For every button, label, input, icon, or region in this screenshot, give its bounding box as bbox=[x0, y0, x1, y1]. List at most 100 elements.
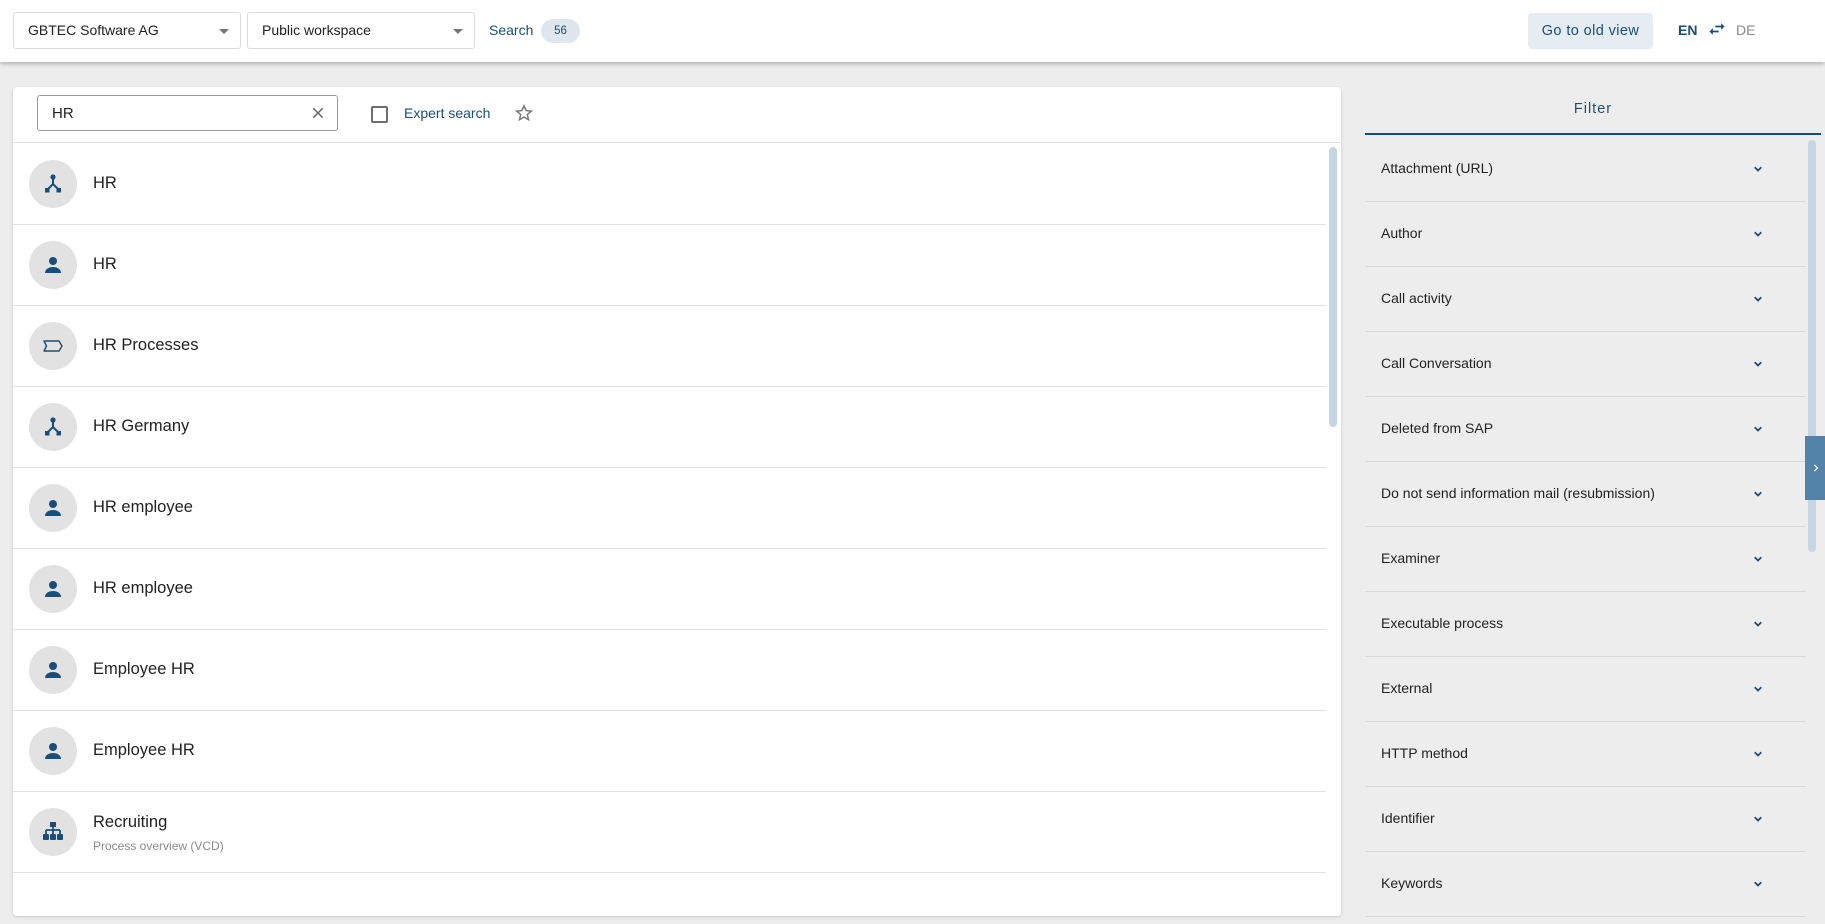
filter-item-label: Executable process bbox=[1381, 615, 1504, 631]
workspace-select[interactable]: Public workspace bbox=[247, 12, 475, 49]
org-unit-icon bbox=[45, 174, 61, 193]
search-bar: Expert search bbox=[13, 87, 1341, 143]
result-title: Recruiting bbox=[93, 813, 168, 831]
chevron-right-icon bbox=[1814, 464, 1819, 472]
workspace-select-value: Public workspace bbox=[262, 22, 371, 38]
filter-item-label: Do not send information mail (resubmissi… bbox=[1381, 485, 1655, 501]
result-title: Employee HR bbox=[93, 660, 195, 678]
results-panel: Expert search HR HR HR Processes HR Germany… bbox=[13, 87, 1341, 916]
filter-item[interactable]: External bbox=[1365, 657, 1805, 722]
result-row[interactable]: Employee HR bbox=[13, 630, 1326, 711]
result-row[interactable]: Employee HR bbox=[13, 711, 1326, 792]
result-row[interactable]: HR bbox=[13, 225, 1326, 306]
organization-select[interactable]: GBTEC Software AG bbox=[13, 12, 241, 49]
filter-item[interactable]: Author bbox=[1365, 202, 1805, 267]
chevron-down-icon[interactable] bbox=[1751, 682, 1765, 696]
chevron-down-icon[interactable] bbox=[1751, 487, 1765, 501]
results-scrollbar[interactable] bbox=[1329, 147, 1337, 427]
result-title: HR bbox=[93, 255, 117, 273]
result-row[interactable]: HR Germany bbox=[13, 387, 1326, 468]
filter-item[interactable]: Call Conversation bbox=[1365, 332, 1805, 397]
filter-item-label: Deleted from SAP bbox=[1381, 420, 1494, 436]
language-en[interactable]: EN bbox=[1678, 22, 1697, 38]
result-avatar bbox=[29, 160, 77, 208]
filter-item-label: Keywords bbox=[1381, 875, 1443, 891]
result-row[interactable]: HR bbox=[13, 144, 1326, 225]
filter-item-label: External bbox=[1381, 680, 1433, 696]
org-unit-icon bbox=[45, 417, 61, 436]
filter-panel: Filter Attachment (URL) Author Call activi… bbox=[1365, 87, 1825, 924]
result-avatar bbox=[29, 808, 77, 856]
chevron-down-icon[interactable] bbox=[1751, 292, 1765, 306]
person-icon bbox=[45, 500, 61, 516]
filter-item[interactable]: Call activity bbox=[1365, 267, 1805, 332]
search-input[interactable] bbox=[52, 96, 292, 130]
person-icon bbox=[45, 662, 61, 678]
result-row[interactable]: Recruiting Process overview (VCD) bbox=[13, 792, 1326, 873]
result-avatar bbox=[29, 727, 77, 775]
filter-item-label: Author bbox=[1381, 225, 1423, 241]
filter-item-label: Call activity bbox=[1381, 290, 1452, 306]
chevron-down-icon[interactable] bbox=[1751, 422, 1765, 436]
result-title: HR bbox=[93, 174, 117, 192]
filter-item[interactable]: Keywords bbox=[1365, 852, 1805, 917]
search-nav-link[interactable]: Search bbox=[489, 22, 533, 38]
result-subtitle: Process overview (VCD) bbox=[93, 839, 224, 853]
result-count-badge: 56 bbox=[541, 19, 580, 43]
result-avatar bbox=[29, 484, 77, 532]
result-title: HR employee bbox=[93, 498, 193, 516]
star-outline-icon[interactable] bbox=[513, 102, 535, 124]
process-chevron-icon bbox=[43, 340, 63, 352]
chevron-down-icon[interactable] bbox=[1751, 877, 1765, 891]
language-de[interactable]: DE bbox=[1736, 22, 1755, 38]
top-bar: GBTEC Software AG Public workspace Searc… bbox=[0, 0, 1825, 62]
go-to-old-view-button[interactable]: Go to old view bbox=[1528, 13, 1653, 49]
chevron-down-icon[interactable] bbox=[1751, 162, 1765, 176]
person-icon bbox=[45, 257, 61, 273]
result-title: HR employee bbox=[93, 579, 193, 597]
result-avatar bbox=[29, 646, 77, 694]
tab-filter[interactable]: Filter bbox=[1365, 87, 1821, 135]
results-list: HR HR HR Processes HR Germany HR employee HR … bbox=[13, 144, 1326, 916]
hierarchy-icon bbox=[43, 822, 63, 840]
chevron-down-icon[interactable] bbox=[1751, 617, 1765, 631]
organization-select-value: GBTEC Software AG bbox=[28, 22, 159, 38]
person-icon bbox=[45, 743, 61, 759]
search-field[interactable] bbox=[37, 95, 338, 131]
chevron-down-icon[interactable] bbox=[1751, 747, 1765, 761]
result-avatar bbox=[29, 322, 77, 370]
result-title: HR Germany bbox=[93, 417, 190, 435]
filter-item[interactable]: Do not send information mail (resubmissi… bbox=[1365, 462, 1805, 527]
result-avatar bbox=[29, 241, 77, 289]
filter-item-label: HTTP method bbox=[1381, 745, 1468, 761]
chevron-down-icon[interactable] bbox=[1751, 812, 1765, 826]
person-icon bbox=[45, 581, 61, 597]
filter-list: Attachment (URL) Author Call activity Call … bbox=[1365, 137, 1805, 924]
result-title: Employee HR bbox=[93, 741, 195, 759]
dropdown-caret-icon bbox=[453, 29, 463, 34]
close-icon[interactable] bbox=[309, 104, 327, 122]
collapse-filter-button[interactable] bbox=[1805, 436, 1825, 500]
filter-item-label: Call Conversation bbox=[1381, 355, 1492, 371]
filter-item-label: Attachment (URL) bbox=[1381, 160, 1494, 176]
dropdown-caret-icon bbox=[219, 29, 229, 34]
result-row[interactable]: HR employee bbox=[13, 549, 1326, 630]
chevron-down-icon[interactable] bbox=[1751, 227, 1765, 241]
expert-search-checkbox[interactable] bbox=[371, 106, 388, 123]
chevron-down-icon[interactable] bbox=[1751, 357, 1765, 371]
filter-item[interactable]: Attachment (URL) bbox=[1365, 137, 1805, 202]
filter-item[interactable]: Executable process bbox=[1365, 592, 1805, 657]
result-row[interactable]: HR employee bbox=[13, 468, 1326, 549]
filter-item[interactable]: Deleted from SAP bbox=[1365, 397, 1805, 462]
result-avatar bbox=[29, 403, 77, 451]
filter-item[interactable]: Identifier bbox=[1365, 787, 1805, 852]
chevron-down-icon[interactable] bbox=[1751, 552, 1765, 566]
result-title: HR Processes bbox=[93, 336, 199, 354]
filter-item[interactable]: HTTP method bbox=[1365, 722, 1805, 787]
swap-arrows-icon[interactable] bbox=[1707, 19, 1727, 39]
expert-search-label[interactable]: Expert search bbox=[404, 105, 490, 121]
filter-item-label: Identifier bbox=[1381, 810, 1435, 826]
filter-item[interactable]: Examiner bbox=[1365, 527, 1805, 592]
result-row[interactable]: HR Processes bbox=[13, 306, 1326, 387]
filter-item-label: Examiner bbox=[1381, 550, 1441, 566]
